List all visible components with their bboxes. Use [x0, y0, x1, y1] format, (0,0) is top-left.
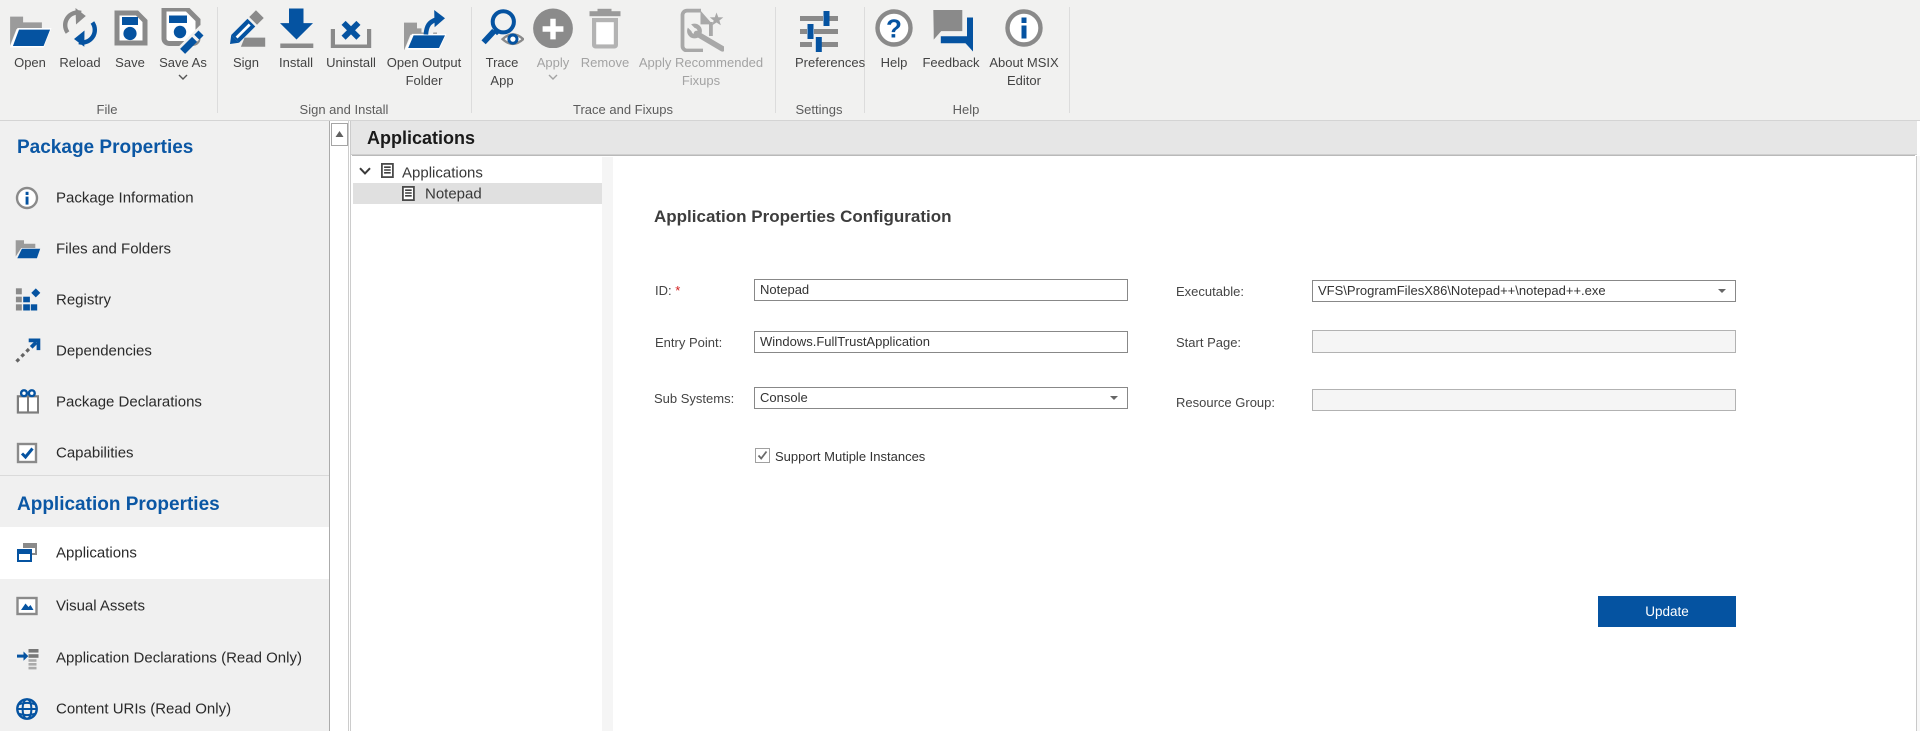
svg-text:?: ? [886, 14, 902, 44]
